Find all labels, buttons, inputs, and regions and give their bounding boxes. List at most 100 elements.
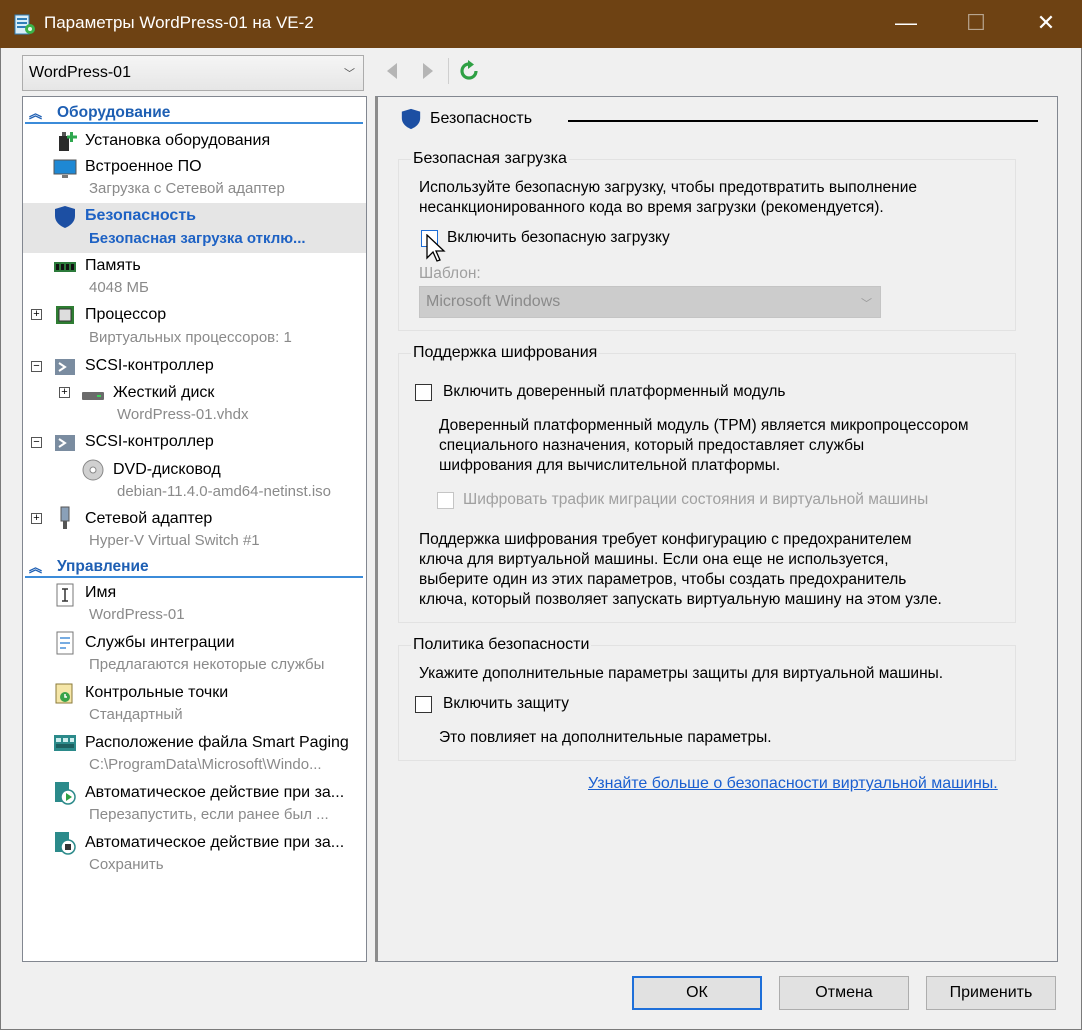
monitor-icon (53, 159, 77, 178)
tree-item-sub: WordPress-01.vhdx (117, 406, 249, 423)
tree-item-security[interactable]: Безопасность Безопасная загрузка отклю..… (23, 203, 366, 253)
tree-item-label: Службы интеграции (85, 634, 235, 651)
template-select[interactable]: Microsoft Windows ﹀ (419, 286, 881, 318)
tree-item-name[interactable]: Имя WordPress-01 (23, 581, 366, 629)
tree-item-label: Сетевой адаптер (85, 510, 213, 527)
tree-item-smart-paging[interactable]: Расположение файла Smart Paging C:\Progr… (23, 729, 366, 779)
maximize-button[interactable]: ☐ (952, 0, 1000, 48)
add-hardware-icon (59, 132, 77, 151)
tree-item-auto-stop[interactable]: Автоматическое действие при за... Сохран… (23, 829, 366, 879)
tree-item-sub: Перезапустить, если ранее был ... (89, 806, 329, 823)
encryption-note-2: ключа для виртуальной машины. Если она е… (419, 551, 889, 568)
memory-icon (54, 262, 76, 272)
smart-paging-icon (54, 735, 76, 751)
back-arrow-icon[interactable] (382, 60, 404, 82)
tree-item-label: Безопасность (85, 207, 196, 224)
tree-item-label: Память (85, 257, 141, 274)
secure-boot-label: Включить безопасную загрузку (447, 229, 670, 246)
cancel-button[interactable]: Отмена (779, 976, 909, 1010)
shield-icon (401, 108, 421, 130)
tree-item-label: Встроенное ПО (85, 158, 202, 175)
processor-icon (56, 306, 74, 324)
close-button[interactable]: ✕ (1022, 0, 1070, 48)
tpm-checkbox[interactable] (415, 384, 432, 401)
hard-disk-icon (82, 392, 104, 400)
tree-item-sub: 4048 МБ (89, 279, 149, 296)
tpm-desc-1: Доверенный платформенный модуль (TPM) яв… (439, 417, 969, 434)
tree-item-sub: Стандартный (89, 706, 183, 723)
tree-item-scsi-controller-1[interactable]: − SCSI-контроллер (23, 353, 366, 381)
integration-services-icon (56, 631, 74, 655)
tree-item-label: SCSI-контроллер (85, 433, 214, 450)
learn-more-link[interactable]: Узнайте больше о безопасности виртуально… (588, 775, 998, 793)
title-bar: Параметры WordPress-01 на VE-2 — ☐ ✕ (0, 0, 1082, 48)
tree-item-processor[interactable]: + Процессор Виртуальных процессоров: 1 (23, 301, 366, 351)
tree-item-dvd-drive[interactable]: DVD-дисковод debian-11.4.0-amd64-netinst… (23, 457, 366, 505)
apply-button[interactable]: Применить (926, 976, 1056, 1010)
section-hardware-label: Оборудование (57, 104, 171, 121)
tree-item-network-adapter[interactable]: + Сетевой адаптер Hyper-V Virtual Switch… (23, 505, 366, 553)
tree-item-label: DVD-дисковод (113, 461, 221, 478)
hyperv-settings-icon (14, 14, 35, 35)
shield-icon (55, 206, 75, 228)
tree-item-auto-start[interactable]: Автоматическое действие при за... Переза… (23, 779, 366, 829)
group-title: Политика безопасности (411, 636, 592, 654)
tree-item-sub: WordPress-01 (89, 606, 185, 623)
tree-item-hard-disk[interactable]: + Жесткий диск WordPress-01.vhdx (23, 381, 366, 431)
encryption-note-1: Поддержка шифрования требует конфигураци… (419, 531, 912, 548)
dvd-icon (82, 459, 104, 481)
group-title: Поддержка шифрования (411, 344, 600, 362)
template-select-value: Microsoft Windows (426, 293, 561, 310)
encryption-note-3: выберите один из этих параметров, чтобы … (419, 571, 907, 588)
expand-icon[interactable]: + (59, 387, 70, 398)
header-rule (568, 120, 1038, 122)
tree-item-label: Расположение файла Smart Paging (85, 734, 349, 751)
tree-item-firmware[interactable]: Встроенное ПО Загрузка с Сетевой адаптер (23, 155, 366, 203)
tree-item-checkpoints[interactable]: Контрольные точки Стандартный (23, 679, 366, 729)
tpm-label: Включить доверенный платформенный модуль (443, 383, 786, 400)
tree-item-label: Процессор (85, 306, 167, 323)
tree-item-sub: Безопасная загрузка отклю... (89, 230, 306, 247)
tree-item-sub: Предлагаются некоторые службы (89, 656, 325, 673)
vm-selector-value: WordPress-01 (29, 64, 131, 81)
migration-encrypt-label: Шифровать трафик миграции состояния и ви… (463, 491, 929, 508)
tree-item-scsi-controller-2[interactable]: − SCSI-контроллер (23, 429, 366, 457)
section-hardware[interactable]: ︽ Оборудование (25, 102, 363, 124)
name-field-icon (56, 583, 74, 607)
expand-icon[interactable]: + (31, 309, 42, 320)
section-management[interactable]: ︽ Управление (25, 556, 363, 578)
policy-note: Это повлияет на дополнительные параметры… (439, 729, 772, 746)
toolbar-separator (448, 58, 449, 84)
tree-item-memory[interactable]: Память 4048 МБ (23, 253, 366, 301)
shielding-checkbox[interactable] (415, 696, 432, 713)
policy-desc: Укажите дополнительные параметры защиты … (419, 665, 944, 682)
collapse-icon[interactable]: − (31, 361, 42, 372)
tree-item-add-hardware[interactable]: Установка оборудования (23, 127, 366, 155)
tree-item-sub: Hyper-V Virtual Switch #1 (89, 532, 260, 549)
tree-item-label: Автоматическое действие при за... (85, 784, 345, 801)
scsi-controller-icon (55, 359, 75, 375)
auto-start-icon (55, 782, 76, 805)
mouse-cursor-icon (426, 234, 446, 262)
tree-item-integration-services[interactable]: Службы интеграции Предлагаются некоторые… (23, 629, 366, 679)
tpm-desc-2: специального назначения, который предост… (439, 437, 865, 454)
vm-selector[interactable]: WordPress-01 ﹀ (22, 55, 364, 91)
collapse-icon[interactable]: − (31, 437, 42, 448)
scsi-controller-icon (55, 435, 75, 451)
auto-stop-icon (55, 832, 76, 855)
encryption-note-4: ключа, который позволяет запускать вирту… (419, 591, 942, 608)
ok-button[interactable]: ОК (632, 976, 762, 1010)
group-security-policy: Политика безопасности Укажите дополнител… (398, 636, 1016, 761)
tree-item-sub: Виртуальных процессоров: 1 (89, 329, 292, 346)
pane-title: Безопасность (430, 110, 533, 127)
tree-item-label: SCSI-контроллер (85, 357, 214, 374)
refresh-icon[interactable] (458, 60, 480, 82)
chevron-down-icon: ﹀ (344, 68, 355, 80)
migration-encrypt-checkbox[interactable] (437, 492, 454, 509)
expand-icon[interactable]: + (31, 513, 42, 524)
forward-arrow-icon[interactable] (416, 60, 438, 82)
group-title: Безопасная загрузка (411, 150, 569, 168)
minimize-button[interactable]: — (882, 0, 930, 48)
tree-item-label: Имя (85, 584, 117, 601)
tree-item-sub: Загрузка с Сетевой адаптер (89, 180, 285, 197)
